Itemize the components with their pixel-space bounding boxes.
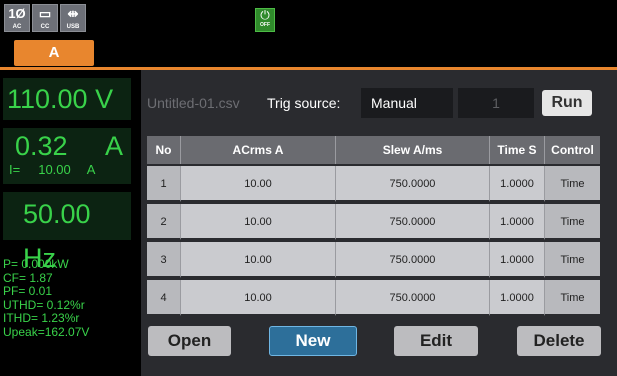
current-setpoint-label: I=	[9, 162, 21, 177]
table-row[interactable]: 1	[147, 166, 181, 202]
uthd-reading: UTHD= 0.12%r	[3, 297, 85, 312]
sequence-editor: Untitled-01.csv Trig source: Manual 1 Ru…	[141, 70, 617, 376]
table-cell[interactable]: 750.0000	[336, 166, 490, 202]
delete-button[interactable]: Delete	[517, 326, 601, 356]
status-icons: 1Ø AC ▭ CC ⇹ USB	[4, 4, 86, 32]
table-row[interactable]: 2	[147, 204, 181, 240]
column-header-acrms: ACrms A	[181, 136, 336, 164]
trig-source-select[interactable]: Manual	[361, 88, 453, 118]
upeak-reading: Upeak=162.07V	[3, 324, 90, 339]
table-cell[interactable]: 750.0000	[336, 280, 490, 316]
table-row[interactable]: 3	[147, 242, 181, 278]
open-button[interactable]: Open	[148, 326, 231, 356]
column-header-no: No	[147, 136, 181, 164]
voltage-readout: 110.00 V	[3, 78, 131, 120]
channel-tab-a[interactable]: A	[14, 40, 94, 66]
power-readings: P= 0.000kW CF= 1.87 PF= 0.01 UTHD= 0.12%…	[3, 257, 135, 339]
measurement-panel: 110.00 V 0.32 A I= 10.00 A 50.00 Hz P= 0.0…	[0, 70, 137, 376]
current-readout: 0.32 A I= 10.00 A	[3, 128, 131, 184]
table-cell[interactable]: Time	[545, 166, 600, 202]
table-cell[interactable]: 10.00	[181, 166, 336, 202]
cc-mode-icon: ▭ CC	[32, 4, 58, 32]
table-cell[interactable]: Time	[545, 242, 600, 278]
table-cell[interactable]: Time	[545, 280, 600, 316]
current-value: 0.32	[15, 131, 68, 161]
table-cell[interactable]: 10.00	[181, 242, 336, 278]
output-power-icon[interactable]: ⏻ OFF	[255, 8, 275, 32]
table-cell[interactable]: 1.0000	[490, 166, 545, 202]
power-factor-reading: PF= 0.01	[3, 284, 53, 298]
usb-icon: ⇹ USB	[60, 4, 86, 32]
run-button[interactable]: Run	[542, 90, 592, 116]
current-setpoint-value: 10.00	[38, 162, 71, 177]
table-cell[interactable]: 1.0000	[490, 204, 545, 240]
table-cell[interactable]: 10.00	[181, 204, 336, 240]
column-header-control: Control	[545, 136, 600, 164]
current-setpoint: I= 10.00 A	[9, 162, 95, 178]
column-header-time: Time S	[490, 136, 545, 164]
status-bar: 1Ø AC ▭ CC ⇹ USB ⏻ OFF A	[0, 0, 617, 68]
power-reading: P= 0.000kW	[3, 257, 69, 271]
frequency-readout: 50.00 Hz	[3, 192, 131, 273]
table-cell[interactable]: 750.0000	[336, 204, 490, 240]
table-cell[interactable]: 1.0000	[490, 280, 545, 316]
crest-factor-reading: CF= 1.87	[3, 270, 53, 285]
ac-phase-icon: 1Ø AC	[4, 4, 30, 32]
edit-button[interactable]: Edit	[394, 326, 478, 356]
table-row[interactable]: 4	[147, 280, 181, 316]
table-cell[interactable]: 1.0000	[490, 242, 545, 278]
ithd-reading: ITHD= 1.23%r	[3, 311, 80, 325]
trig-source-label: Trig source:	[267, 95, 341, 111]
current-setpoint-unit: A	[86, 162, 96, 177]
table-cell[interactable]: 10.00	[181, 280, 336, 316]
column-header-slew: Slew A/ms	[336, 136, 490, 164]
file-name: Untitled-01.csv	[147, 95, 240, 111]
current-unit: A	[104, 131, 123, 161]
table-cell[interactable]: 750.0000	[336, 242, 490, 278]
table-cell[interactable]: Time	[545, 204, 600, 240]
new-button[interactable]: New	[269, 326, 357, 356]
step-number-field[interactable]: 1	[458, 88, 534, 118]
